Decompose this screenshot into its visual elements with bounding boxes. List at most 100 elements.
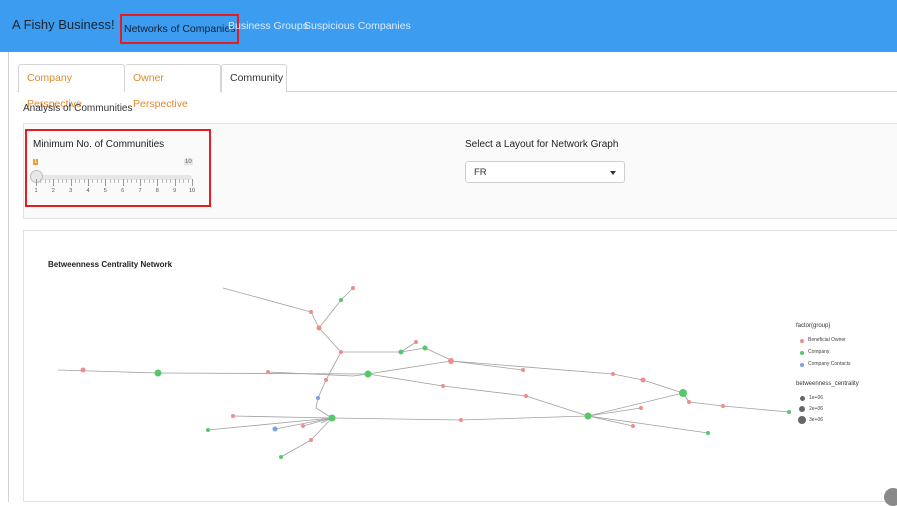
network-edge <box>325 351 342 381</box>
network-node <box>521 368 525 372</box>
section-title: Analysis of Communities <box>23 103 133 114</box>
slider-tick-label: 8 <box>155 188 159 194</box>
network-node <box>584 412 592 420</box>
network-edge <box>317 379 327 399</box>
slider-tick-label: 1 <box>34 188 38 194</box>
network-edge <box>688 401 724 407</box>
network-node <box>154 369 162 377</box>
slider-tick <box>57 179 59 183</box>
slider-tick <box>170 179 172 183</box>
network-node <box>706 431 710 435</box>
layout-select[interactable]: FR <box>465 161 625 183</box>
network-edge <box>642 379 684 394</box>
slider-tick <box>40 179 42 183</box>
network-edge <box>722 405 790 413</box>
network-node <box>441 384 445 388</box>
network-node <box>414 340 418 344</box>
network-edge <box>587 415 634 427</box>
legend-size-title: betweenness_centrality <box>796 381 859 387</box>
slider-tick-label: 5 <box>103 188 107 194</box>
slider-tick <box>114 179 115 183</box>
network-node <box>787 410 791 414</box>
slider-tick <box>79 179 81 183</box>
network-edge <box>222 287 312 313</box>
network-node <box>324 378 328 382</box>
slider-tick <box>62 179 63 183</box>
legend-swatch-beneficial-owner <box>800 339 804 343</box>
network-node <box>459 418 463 422</box>
legend-size-label: 2e+06 <box>809 406 824 412</box>
network-node <box>80 367 86 373</box>
nav-link-suspicious-companies[interactable]: Suspicious Companies <box>304 20 411 32</box>
slider-max-value-badge: 10 <box>184 159 193 165</box>
network-edge <box>232 415 333 419</box>
network-node <box>524 394 528 398</box>
slider-tick <box>49 179 50 183</box>
legend-group-title: factor(group) <box>796 323 831 329</box>
slider-tick <box>83 179 85 183</box>
slider-tick <box>44 179 46 183</box>
slider-label: Minimum No. of Communities <box>33 139 165 150</box>
slider-tick-label: 10 <box>188 188 196 194</box>
tab-company-perspective[interactable]: Company Perspective <box>18 64 125 110</box>
network-node <box>272 426 278 432</box>
network-edge <box>367 360 452 375</box>
slider-tick <box>122 179 124 186</box>
slider-tick <box>131 179 133 183</box>
network-edge <box>310 311 320 329</box>
slider-tick <box>148 179 150 183</box>
network-node <box>328 414 336 422</box>
fullscreen-icon[interactable] <box>884 488 897 506</box>
tab-community[interactable]: Community <box>221 64 287 93</box>
network-node <box>309 310 313 314</box>
slider-tick-label: 4 <box>86 188 90 194</box>
slider-tick <box>161 179 163 183</box>
slider-tick <box>135 179 137 183</box>
network-edge <box>450 360 614 375</box>
network-node <box>631 424 635 428</box>
network-edge <box>612 373 644 381</box>
slider-tick-label: 2 <box>51 188 55 194</box>
network-node <box>640 377 646 383</box>
layout-select-label: Select a Layout for Network Graph <box>465 139 619 150</box>
network-graph[interactable] <box>23 230 897 502</box>
nav-link-networks-of-companies[interactable]: Networks of Companies <box>120 14 240 44</box>
network-node <box>398 349 404 355</box>
slider-tick <box>118 179 120 183</box>
network-node <box>266 370 270 374</box>
legend-label-company-contacts: Company Contacts <box>808 361 851 367</box>
slider-tick <box>166 179 167 183</box>
network-edge <box>460 415 589 421</box>
slider-tick <box>96 179 98 183</box>
network-edge <box>318 327 342 353</box>
network-node <box>206 428 210 432</box>
network-edge <box>587 415 709 434</box>
slider-tick-label: 6 <box>121 188 125 194</box>
top-navbar: A Fishy Business! Networks of Companies … <box>0 0 897 52</box>
slider-tick <box>183 179 185 183</box>
slider-tick <box>70 179 72 186</box>
legend-swatch-company <box>800 351 804 355</box>
network-edge <box>331 417 462 421</box>
network-edge <box>525 395 589 417</box>
network-edge <box>367 373 444 387</box>
slider-tick <box>157 179 159 186</box>
network-node <box>301 424 305 428</box>
legend-label-beneficial-owner: Beneficial Owner <box>808 337 846 343</box>
slider-tick <box>92 179 94 183</box>
slider-tick <box>105 179 107 186</box>
slider-tick <box>174 179 176 186</box>
legend-size-1e6 <box>800 396 805 401</box>
slider-tick <box>36 179 37 186</box>
nav-link-business-groups[interactable]: Business Groups <box>228 20 308 32</box>
slider-tick <box>140 179 141 186</box>
legend-size-3e6 <box>798 416 806 424</box>
slider-tick-label: 9 <box>173 188 177 194</box>
slider-tick <box>53 179 55 186</box>
tab-owner-perspective[interactable]: Owner Perspective <box>125 64 221 110</box>
layout-select-value: FR <box>474 167 487 178</box>
legend-size-label: 3e+06 <box>809 417 824 423</box>
slider-tick-label: 7 <box>138 188 142 194</box>
network-node <box>422 345 428 351</box>
app-brand[interactable]: A Fishy Business! <box>12 17 115 32</box>
